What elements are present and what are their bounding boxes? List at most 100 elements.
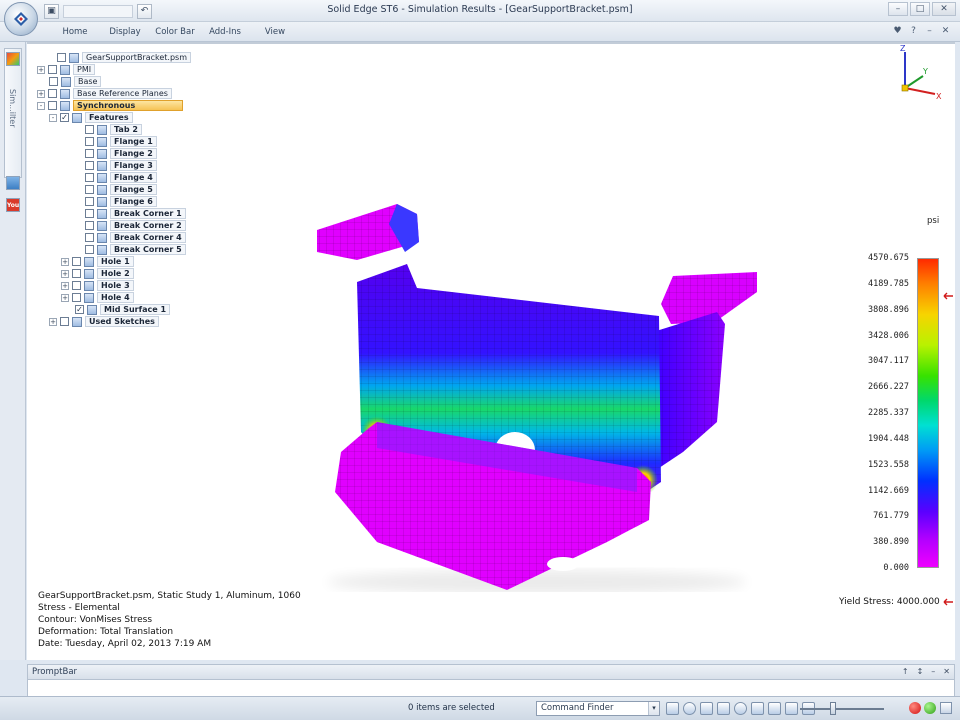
tree-item[interactable]: + PMI (37, 64, 96, 75)
tree-item[interactable]: + Hole 4 (61, 292, 134, 303)
pan-icon[interactable] (717, 702, 730, 715)
expand-icon[interactable]: + (61, 293, 69, 302)
color-bar[interactable] (917, 258, 939, 568)
visibility-checkbox[interactable] (57, 53, 66, 62)
tree-item[interactable]: - Synchronous (37, 100, 183, 111)
record-icon[interactable] (909, 702, 921, 714)
visibility-checkbox[interactable]: ✓ (75, 305, 84, 314)
prompt-text-area[interactable] (27, 680, 955, 696)
tree-item[interactable]: Flange 5 (85, 184, 157, 195)
expand-icon[interactable]: + (49, 317, 57, 326)
fit-icon[interactable] (700, 702, 713, 715)
tree-item[interactable]: Tab 2 (85, 124, 142, 135)
ribbon-tools: ♥ ? – ✕ (891, 25, 952, 38)
tree-item[interactable]: Break Corner 4 (85, 232, 186, 243)
tree-item[interactable]: Base (49, 76, 102, 87)
visibility-checkbox[interactable] (85, 245, 94, 254)
expand-icon[interactable]: + (37, 65, 45, 74)
visibility-checkbox[interactable] (85, 149, 94, 158)
tree-item[interactable]: GearSupportBracket.psm (57, 52, 192, 63)
application-button[interactable] (4, 2, 38, 36)
tree-item[interactable]: Flange 3 (85, 160, 157, 171)
layers-icon[interactable] (6, 176, 20, 190)
visibility-checkbox[interactable] (48, 89, 57, 98)
view-cube-icon[interactable] (768, 702, 781, 715)
visibility-checkbox[interactable] (85, 185, 94, 194)
visibility-checkbox[interactable] (85, 161, 94, 170)
visibility-checkbox[interactable] (49, 77, 58, 86)
visibility-checkbox[interactable] (85, 137, 94, 146)
maximize-button[interactable]: □ (910, 2, 930, 16)
visibility-checkbox[interactable]: ✓ (60, 113, 69, 122)
doc-minimize-button[interactable]: – (923, 25, 936, 38)
tree-item[interactable]: + Base Reference Planes (37, 88, 172, 99)
tree-item[interactable]: + Hole 2 (61, 268, 134, 279)
visibility-checkbox[interactable] (60, 317, 69, 326)
expand-icon[interactable]: + (61, 281, 69, 290)
expand-icon[interactable]: + (61, 269, 69, 278)
tree-item[interactable]: Break Corner 1 (85, 208, 186, 219)
doc-close-button[interactable]: ✕ (939, 25, 952, 38)
chevron-down-icon[interactable]: ▾ (648, 702, 659, 715)
tree-item[interactable]: Flange 1 (85, 136, 157, 147)
rotate-icon[interactable] (734, 702, 747, 715)
youtube-icon[interactable]: You (6, 198, 20, 212)
tab-color-bar[interactable]: Color Bar (150, 25, 200, 39)
prompt-close-icon[interactable]: ✕ (943, 667, 950, 676)
tab-display[interactable]: Display (100, 25, 150, 39)
tree-item[interactable]: Flange 2 (85, 148, 157, 159)
zoom-icon[interactable] (683, 702, 696, 715)
visibility-checkbox[interactable] (85, 173, 94, 182)
visibility-checkbox[interactable] (85, 125, 94, 134)
visibility-checkbox[interactable] (72, 257, 81, 266)
zoom-area-icon[interactable] (666, 702, 679, 715)
end-icon[interactable] (940, 702, 952, 714)
visibility-checkbox[interactable] (72, 293, 81, 302)
tab-home[interactable]: Home (50, 25, 100, 39)
visibility-checkbox[interactable] (48, 101, 57, 110)
visibility-checkbox[interactable] (85, 197, 94, 206)
tree-item[interactable]: - ✓ Features (49, 112, 133, 123)
colorbar-tick-label: 3047.117 (868, 356, 909, 367)
zoom-slider[interactable] (800, 708, 884, 710)
tree-item[interactable]: + Hole 1 (61, 256, 134, 267)
visibility-checkbox[interactable] (85, 209, 94, 218)
collapse-icon[interactable]: - (49, 113, 57, 122)
tab-add-ins[interactable]: Add-Ins (200, 25, 250, 39)
visibility-checkbox[interactable] (85, 221, 94, 230)
collapse-icon[interactable]: - (37, 101, 45, 110)
view-triad[interactable]: Z Y X (889, 42, 949, 102)
tab-view[interactable]: View (250, 25, 300, 39)
visibility-checkbox[interactable] (72, 281, 81, 290)
command-finder-input[interactable]: Command Finder ▾ (536, 701, 660, 716)
color-palette-icon[interactable] (6, 52, 20, 66)
graphics-window[interactable]: GearSupportBracket.psm + PMI Base + Base Refe… (27, 42, 955, 660)
pathfinder-pane-tab[interactable]: Sim...ilter (4, 48, 22, 178)
zoom-slider-thumb[interactable] (830, 702, 836, 715)
tree-item[interactable]: ✓ Mid Surface 1 (75, 304, 171, 315)
help-icon[interactable]: ? (907, 25, 920, 38)
tree-item[interactable]: Break Corner 2 (85, 220, 186, 231)
minimize-button[interactable]: – (888, 2, 908, 16)
expand-icon[interactable]: + (61, 257, 69, 266)
play-icon[interactable] (924, 702, 936, 714)
visibility-checkbox[interactable] (72, 269, 81, 278)
prompt-minimize-icon[interactable]: – (931, 667, 935, 676)
visibility-checkbox[interactable] (85, 233, 94, 242)
shaded-icon[interactable] (785, 702, 798, 715)
expand-icon[interactable]: + (37, 89, 45, 98)
tree-item[interactable]: Flange 6 (85, 196, 157, 207)
favorites-icon[interactable]: ♥ (891, 25, 904, 38)
ribbon-tabs: Home Display Color Bar Add-Ins View (50, 25, 300, 39)
visibility-checkbox[interactable] (48, 65, 57, 74)
prompt-up-icon[interactable]: ↑ (902, 667, 909, 676)
prompt-resize-icon[interactable]: ↕ (917, 667, 924, 676)
tree-item[interactable]: + Used Sketches (49, 316, 159, 327)
feature-icon (84, 280, 94, 291)
tree-item[interactable]: Break Corner 5 (85, 244, 186, 255)
stress-contour-model[interactable] (277, 152, 757, 592)
close-button[interactable]: ✕ (932, 2, 956, 16)
tree-item[interactable]: Flange 4 (85, 172, 157, 183)
tree-item[interactable]: + Hole 3 (61, 280, 134, 291)
sketch-view-icon[interactable] (751, 702, 764, 715)
